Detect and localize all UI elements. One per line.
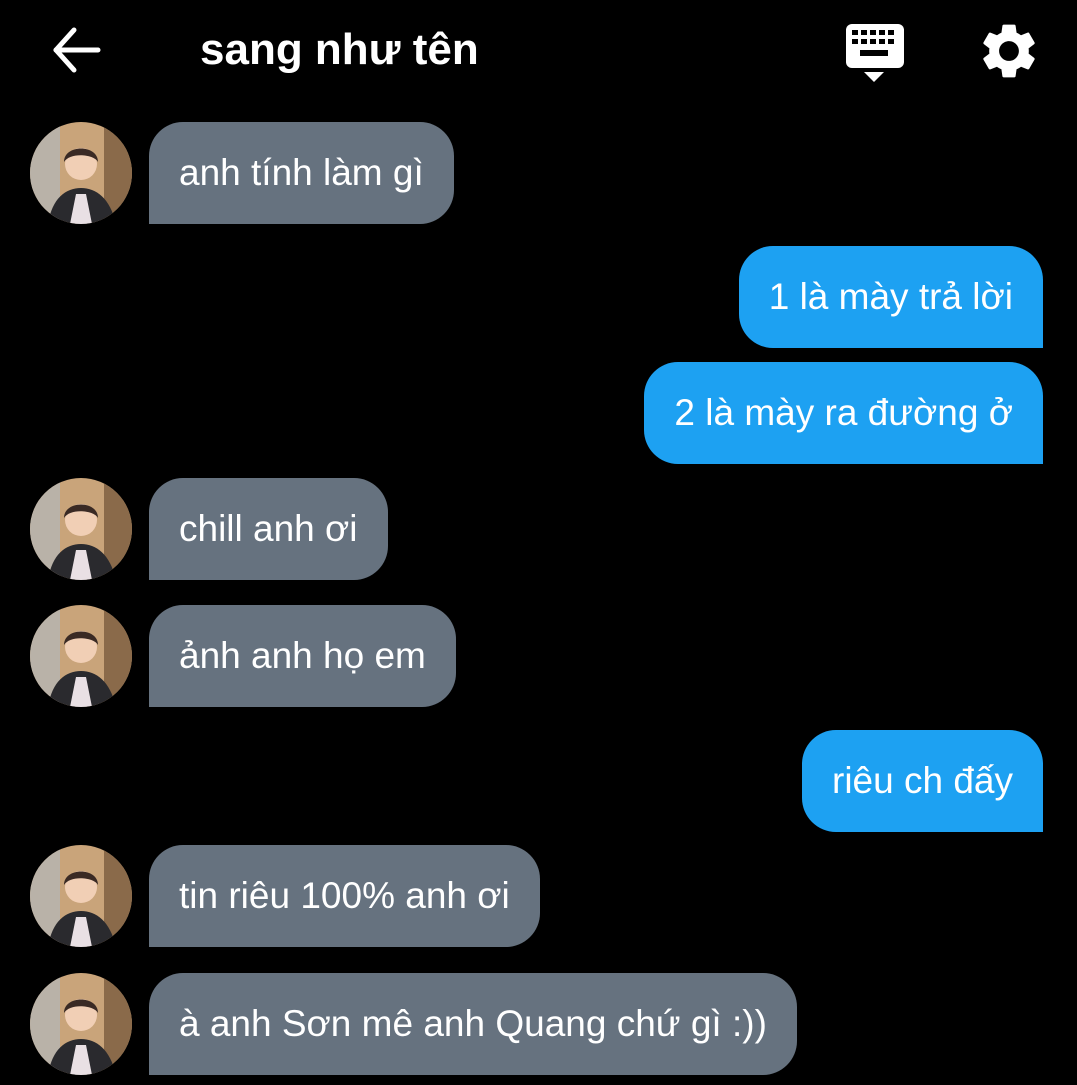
back-button[interactable]: [46, 22, 106, 78]
arrow-left-icon: [53, 27, 101, 73]
gear-icon: [983, 24, 1035, 78]
message-bubble-incoming[interactable]: chill anh ơi: [149, 478, 388, 580]
avatar[interactable]: [30, 478, 132, 580]
keyboard-button[interactable]: [840, 18, 908, 84]
avatar[interactable]: [30, 973, 132, 1075]
chat-header: sang như tên: [0, 0, 1077, 100]
message-bubble-incoming[interactable]: à anh Sơn mê anh Quang chứ gì :)): [149, 973, 797, 1075]
message-bubble-outgoing[interactable]: 1 là mày trả lời: [738, 246, 1043, 348]
message-bubble-incoming[interactable]: anh tính làm gì: [149, 122, 454, 224]
avatar[interactable]: [30, 605, 132, 707]
settings-button[interactable]: [975, 18, 1043, 84]
avatar[interactable]: [30, 122, 132, 224]
message-bubble-incoming[interactable]: ảnh anh họ em: [149, 605, 456, 707]
keyboard-icon: [846, 24, 904, 82]
message-bubble-incoming[interactable]: tin riêu 100% anh ơi: [149, 845, 540, 947]
message-bubble-outgoing[interactable]: 2 là mày ra đường ở: [644, 362, 1043, 464]
avatar[interactable]: [30, 845, 132, 947]
chat-title: sang như tên: [200, 25, 479, 74]
message-bubble-outgoing[interactable]: riêu ch đấy: [802, 730, 1043, 832]
